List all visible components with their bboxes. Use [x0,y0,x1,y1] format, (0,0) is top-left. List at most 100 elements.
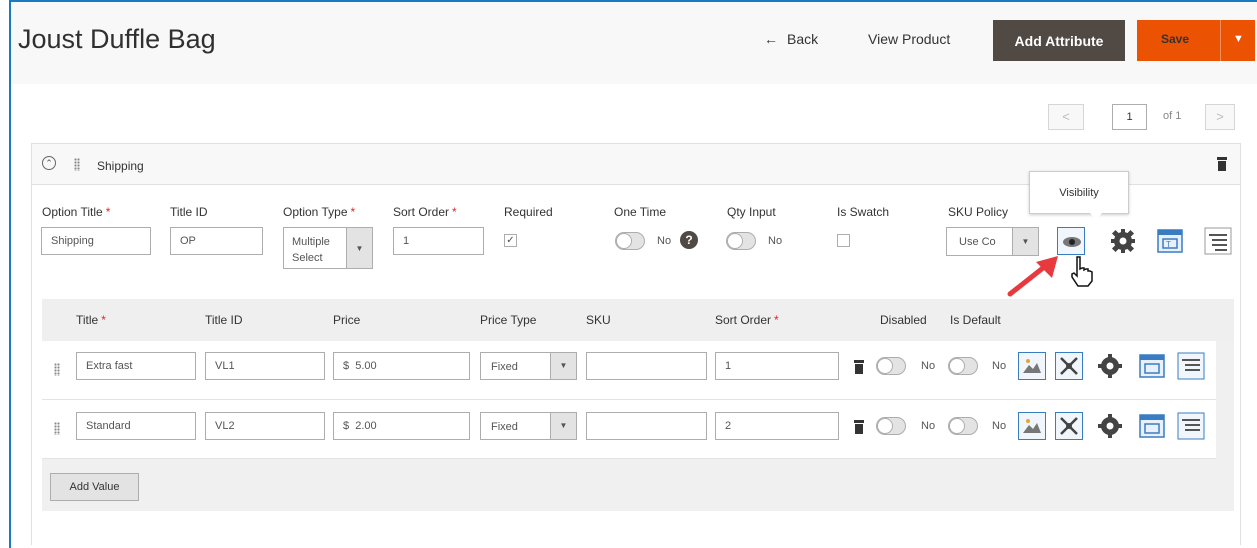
disabled-toggle[interactable] [876,417,906,435]
one-time-label: One Time [614,205,667,219]
description-icon[interactable] [1177,412,1205,440]
drag-handle-icon[interactable] [54,363,60,376]
settings-gear-icon[interactable] [1111,229,1135,253]
is-default-toggle[interactable] [948,417,978,435]
values-table: Title * Title ID Price Price Type SKU Sor… [42,299,1234,511]
svg-text:T: T [1166,240,1171,249]
required-label: Required [504,205,553,219]
is-swatch-label: Is Swatch [837,205,890,219]
caret-down-icon: ▼ [346,228,372,268]
is-default-value: No [992,420,1007,432]
section-title: Shipping [97,159,144,173]
eye-icon [1063,237,1081,247]
row-gutter [1216,400,1234,459]
value-title-input[interactable]: Extra fast [76,352,196,380]
price-type-value: Fixed [491,421,518,433]
disabled-toggle[interactable] [876,357,906,375]
help-icon[interactable]: ? [680,231,698,249]
value-sku-input[interactable] [586,412,707,440]
option-type-label: Option Type * [283,205,356,219]
col-sort-order-header: Sort Order * [715,313,779,327]
save-divider [1220,20,1221,61]
save-button[interactable]: Save ▼ [1137,20,1255,61]
description-icon[interactable] [1204,227,1232,255]
qty-input-label: Qty Input [727,205,776,219]
add-attribute-button[interactable]: Add Attribute [993,20,1125,61]
value-price-type-select[interactable]: Fixed ▼ [480,412,577,440]
add-value-button[interactable]: Add Value [50,473,139,501]
pager-next-button[interactable]: > [1205,104,1235,130]
back-label: Back [787,31,819,47]
caret-down-icon: ▼ [550,413,576,439]
visibility-tooltip: Visibility [1029,171,1129,214]
page-title: Joust Duffle Bag [18,24,216,54]
is-swatch-checkbox[interactable] [837,234,850,247]
drag-handle-icon[interactable] [74,158,80,171]
qty-input-value: No [768,235,783,247]
pager-prev-button[interactable]: < [1048,104,1084,130]
trash-icon[interactable] [854,420,864,434]
image-upload-icon[interactable] [1018,352,1046,380]
pager-total: of 1 [1163,110,1182,122]
chevron-right-icon: > [1216,109,1224,124]
value-sort-order-input[interactable]: 2 [715,412,839,440]
trash-icon[interactable] [1217,157,1227,171]
settings-gear-icon[interactable] [1098,414,1122,438]
sort-order-input[interactable]: 1 [393,227,484,255]
caret-down-icon[interactable]: ▼ [1233,33,1244,45]
required-checkbox[interactable]: ✓ [504,234,517,247]
trash-icon[interactable] [854,360,864,374]
col-is-default-header: Is Default [950,313,1001,327]
description-icon[interactable] [1177,352,1205,380]
value-price-input[interactable]: $ 5.00 [333,352,470,380]
caret-down-icon: ▼ [1012,228,1038,255]
value-price-input[interactable]: $ 2.00 [333,412,470,440]
value-title-id-input[interactable]: VL1 [205,352,325,380]
collapse-icon[interactable]: ⌃ [42,156,56,170]
view-product-button[interactable]: View Product [868,31,950,47]
sku-policy-select[interactable]: Use Co ▼ [946,227,1039,256]
one-time-value: No [657,235,672,247]
value-price-type-select[interactable]: Fixed ▼ [480,352,577,380]
option-title-input[interactable]: Shipping [41,227,151,255]
sort-order-label: Sort Order * [393,205,457,219]
one-time-toggle[interactable] [615,232,645,250]
table-row: Standard VL2 $ 2.00 Fixed ▼ 2 No No [42,400,1216,459]
dependency-icon[interactable] [1055,412,1083,440]
arrow-left-icon: ← [764,31,778,47]
col-title-header: Title * [76,313,106,327]
value-sort-order-input[interactable]: 1 [715,352,839,380]
template-icon[interactable]: T [1156,227,1184,255]
values-table-header: Title * Title ID Price Price Type SKU Sor… [42,299,1234,341]
title-id-label: Title ID [170,205,208,219]
row-gutter [1216,341,1234,400]
col-price-header: Price [333,313,361,327]
annotation-arrow-icon [1007,256,1058,297]
dependency-icon[interactable] [1055,352,1083,380]
value-title-id-input[interactable]: VL2 [205,412,325,440]
qty-input-toggle[interactable] [726,232,756,250]
disabled-value: No [921,360,936,372]
pager-page-input[interactable]: 1 [1112,104,1147,130]
sku-policy-label: SKU Policy [948,205,1009,219]
settings-gear-icon[interactable] [1098,354,1122,378]
col-title-id-header: Title ID [205,313,243,327]
title-id-input[interactable]: OP [170,227,263,255]
image-upload-icon[interactable] [1018,412,1046,440]
drag-handle-icon[interactable] [54,422,60,435]
template-icon[interactable] [1138,412,1166,440]
option-type-select[interactable]: Multiple Select ▼ [283,227,373,269]
price-type-value: Fixed [491,361,518,373]
option-title-label: Option Title * [42,205,111,219]
hand-cursor-icon [1071,256,1093,287]
template-icon[interactable] [1138,352,1166,380]
save-label: Save [1161,32,1190,46]
is-default-value: No [992,360,1007,372]
is-default-toggle[interactable] [948,357,978,375]
caret-down-icon: ▼ [550,353,576,379]
col-sku-header: SKU [586,313,611,327]
value-title-input[interactable]: Standard [76,412,196,440]
back-button[interactable]: ← Back [764,31,818,47]
visibility-button[interactable] [1057,227,1085,255]
value-sku-input[interactable] [586,352,707,380]
